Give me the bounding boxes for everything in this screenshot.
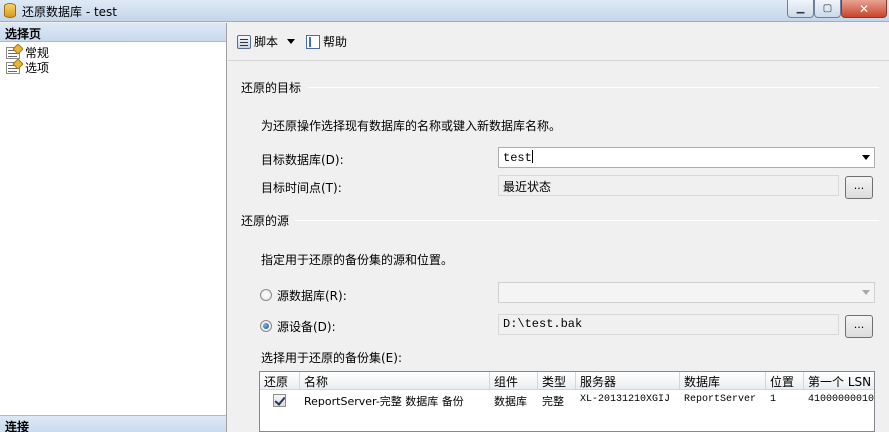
maximize-icon: ▢ (822, 3, 833, 14)
from-device-radio[interactable] (260, 320, 272, 332)
col-component[interactable]: 组件 (490, 372, 538, 390)
target-time-field: 最近状态 (498, 175, 839, 196)
minimize-button[interactable]: ▁ (787, 0, 814, 18)
from-database-combobox (498, 282, 875, 303)
type-cell: 完整 (542, 395, 564, 408)
from-database-label: 源数据库(R): (277, 289, 347, 303)
grid-header: 还原 名称 组件 类型 服务器 数据库 位置 第一个 LSN (260, 372, 874, 390)
position-cell: 1 (770, 394, 777, 405)
source-description: 指定用于还原的备份集的源和位置。 (261, 253, 454, 267)
col-database[interactable]: 数据库 (680, 372, 766, 390)
destination-description: 为还原操作选择现有数据库的名称或键入新数据库名称。 (261, 119, 562, 133)
target-time-value: 最近状态 (503, 180, 552, 194)
database-icon (4, 3, 16, 18)
page-selector-header: 选择页 (0, 23, 226, 42)
nav-item-general[interactable]: 常规 (0, 45, 226, 60)
script-dropdown-icon[interactable] (287, 39, 296, 44)
text-cursor (531, 150, 533, 163)
from-device-field: D:\test.bak (498, 314, 839, 335)
from-device-label: 源设备(D): (277, 320, 336, 334)
target-time-browse-button[interactable]: ... (845, 176, 873, 199)
target-time-label: 目标时间点(T): (261, 181, 342, 195)
script-button[interactable]: 脚本 (234, 31, 281, 53)
help-label: 帮助 (323, 35, 348, 49)
page-icon (6, 61, 20, 74)
maximize-button[interactable]: ▢ (814, 0, 841, 18)
dropdown-arrow-icon (862, 290, 870, 295)
close-icon: ✕ (858, 1, 870, 16)
col-first-lsn[interactable]: 第一个 LSN (804, 372, 874, 390)
main-panel: 脚本 帮助 还原的目标 为还原操作选择现有数据库的名称或键入新数据库名称。 目标… (228, 23, 889, 432)
script-icon (237, 34, 251, 49)
nav-item-label: 选项 (25, 61, 50, 75)
minimize-icon: ▁ (796, 3, 805, 14)
name-cell: ReportServer-完整 数据库 备份 (304, 395, 464, 408)
page-selector-panel: 选择页 常规 选项 连接 (0, 23, 227, 432)
target-db-combobox[interactable]: test (498, 147, 875, 168)
col-type[interactable]: 类型 (538, 372, 576, 390)
destination-divider (308, 87, 879, 88)
backup-sets-grid[interactable]: 还原 名称 组件 类型 服务器 数据库 位置 第一个 LSN ReportSer… (259, 371, 875, 432)
target-db-value: test (503, 151, 532, 165)
col-restore[interactable]: 还原 (260, 372, 300, 390)
connection-header: 连接 (0, 415, 226, 432)
from-device-value: D:\test.bak (503, 317, 583, 331)
database-cell: ReportServer (684, 394, 757, 405)
backup-sets-label: 选择用于还原的备份集(E): (261, 351, 402, 365)
server-cell: XL-20131210XGIJ (580, 394, 671, 405)
title-bar: 还原数据库 - test ▁ ▢ ✕ (0, 0, 889, 22)
col-position[interactable]: 位置 (766, 372, 804, 390)
close-button[interactable]: ✕ (841, 0, 887, 18)
restore-cell (260, 391, 300, 409)
help-icon (306, 34, 321, 49)
col-server[interactable]: 服务器 (576, 372, 680, 390)
source-section-title: 还原的源 (241, 214, 290, 228)
window-title: 还原数据库 - test (22, 5, 118, 19)
col-name[interactable]: 名称 (300, 372, 490, 390)
source-divider (295, 220, 879, 221)
table-row[interactable]: ReportServer-完整 数据库 备份 数据库 完整 XL-2013121… (260, 391, 875, 409)
destination-section-title: 还原的目标 (241, 81, 302, 95)
component-cell: 数据库 (494, 395, 527, 408)
first-lsn-cell: 41000000010 (808, 394, 875, 405)
target-db-label: 目标数据库(D): (261, 153, 344, 167)
page-icon (6, 46, 20, 59)
dropdown-arrow-icon[interactable] (862, 155, 870, 160)
restore-checkbox[interactable] (273, 394, 286, 407)
nav-item-options[interactable]: 选项 (0, 60, 226, 75)
from-device-browse-button[interactable]: ... (845, 315, 873, 338)
from-database-radio[interactable] (260, 289, 272, 301)
script-label: 脚本 (254, 35, 279, 49)
help-button[interactable]: 帮助 (303, 31, 350, 53)
toolbar: 脚本 帮助 (228, 23, 889, 61)
